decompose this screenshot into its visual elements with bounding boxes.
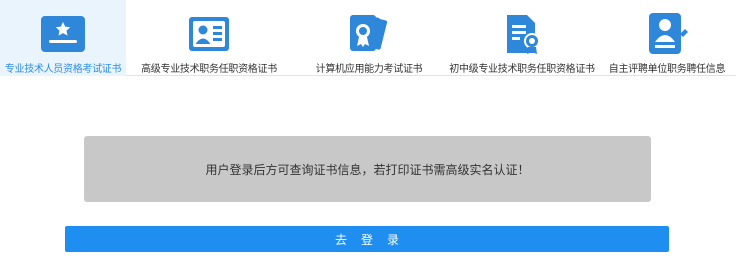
- tab-label: 高级专业技术职务任职资格证书: [141, 64, 277, 75]
- document-badge-icon: [499, 12, 545, 56]
- tab-junior-intermediate-title-certificate[interactable]: 初中级专业技术职务任职资格证书: [446, 0, 598, 76]
- notice-text: 用户登录后方可查询证书信息，若打印证书需高级实名认证！: [205, 162, 530, 177]
- tab-label: 计算机应用能力考试证书: [315, 64, 423, 75]
- user-document-icon: [644, 12, 690, 56]
- certificate-stack-icon: [346, 12, 392, 56]
- tab-label: 初中级专业技术职务任职资格证书: [449, 64, 595, 75]
- tab-computer-application-certificate[interactable]: 计算机应用能力考试证书: [292, 0, 446, 76]
- tab-self-evaluation-employment-info[interactable]: 自主评聘单位职务聘任信息: [598, 0, 736, 76]
- tab-label: 自主评聘单位职务聘任信息: [608, 64, 726, 75]
- certificate-star-icon: [40, 12, 86, 56]
- login-button[interactable]: 去登录: [65, 226, 669, 252]
- login-required-notice: 用户登录后方可查询证书信息，若打印证书需高级实名认证！: [84, 136, 651, 202]
- tab-professional-qualification-certificate[interactable]: 专业技术人员资格考试证书: [0, 0, 126, 76]
- login-button-label: 去登录: [334, 232, 413, 247]
- tab-label: 专业技术人员资格考试证书: [4, 64, 122, 75]
- certificate-tab-bar: 专业技术人员资格考试证书 高级专业技术职务任职资格证书 计算机应用能力考试证书 …: [0, 0, 736, 76]
- tab-senior-title-certificate[interactable]: 高级专业技术职务任职资格证书: [126, 0, 292, 76]
- id-card-icon: [186, 12, 232, 56]
